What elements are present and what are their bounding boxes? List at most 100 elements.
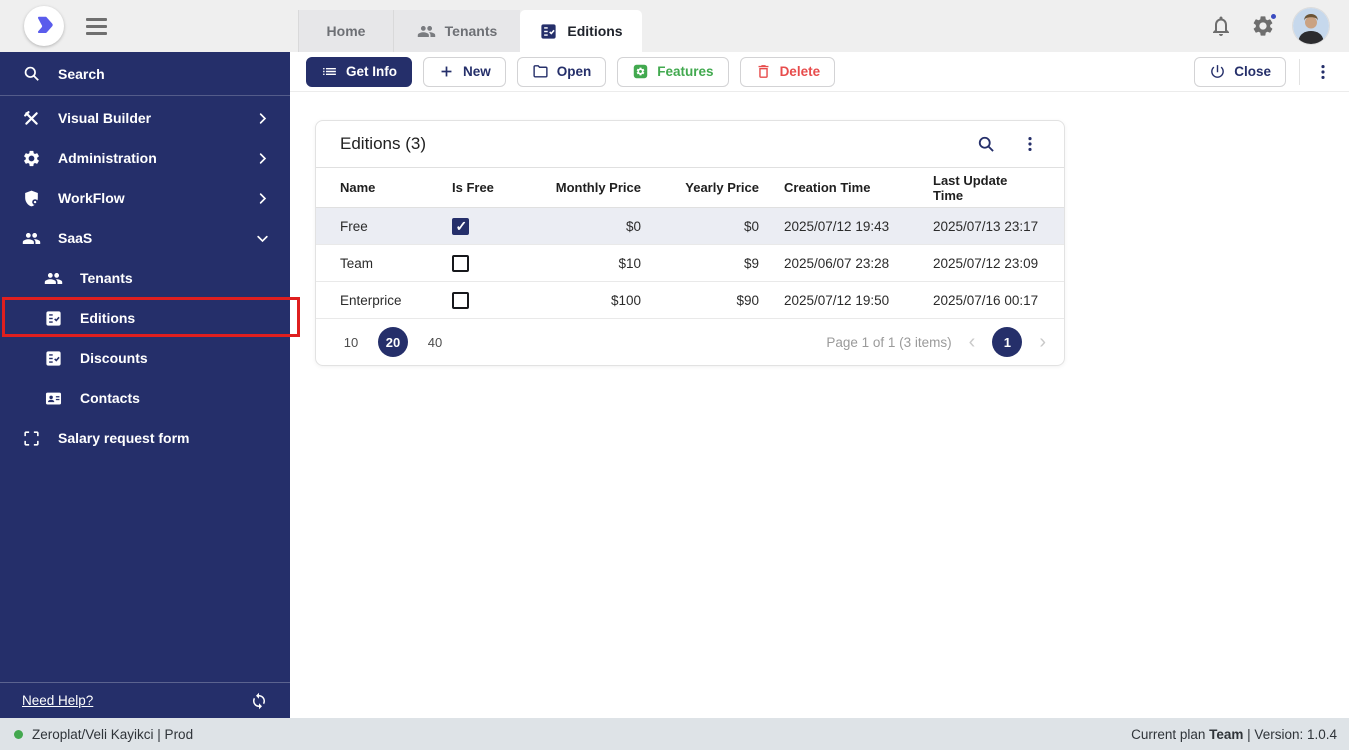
status-right: Current plan Team | Version: 1.0.4 <box>1131 727 1337 742</box>
next-page-icon[interactable]: › <box>1037 332 1048 352</box>
tab-label: Home <box>327 23 366 39</box>
user-avatar[interactable] <box>1293 8 1329 44</box>
sidebar-item-salary-request-form[interactable]: Salary request form <box>0 418 290 458</box>
zeroplat-logo-icon[interactable] <box>24 6 64 46</box>
sidebar-search[interactable]: Search <box>0 52 290 95</box>
plus-icon <box>438 63 455 80</box>
table-row[interactable]: Team $10 $9 2025/06/07 23:28 2025/07/12 … <box>316 245 1064 282</box>
cell-creation-time: 2025/06/07 23:28 <box>759 245 931 282</box>
list-check-icon <box>44 309 63 328</box>
brand-area <box>0 0 290 52</box>
card-header-actions <box>976 134 1040 154</box>
folder-icon <box>532 63 549 80</box>
table-row[interactable]: Enterprice $100 $90 2025/07/12 19:50 202… <box>316 282 1064 319</box>
prev-page-icon[interactable]: ‹ <box>967 332 978 352</box>
power-icon <box>1209 63 1226 80</box>
top-header: Home Tenants Editions <box>0 0 1349 52</box>
toolbar-kebab-menu-icon[interactable] <box>1313 62 1333 82</box>
sidebar-item-tenants[interactable]: Tenants <box>0 258 290 298</box>
tab-tenants[interactable]: Tenants <box>393 10 520 52</box>
sidebar-item-workflow[interactable]: WorkFlow <box>0 178 290 218</box>
sidebar-item-discounts[interactable]: Discounts <box>0 338 290 378</box>
table-row[interactable]: Free $0 $0 2025/07/12 19:43 2025/07/13 2… <box>316 208 1064 245</box>
delete-button[interactable]: Delete <box>740 57 836 87</box>
is-free-checkbox[interactable] <box>452 255 469 272</box>
page-size-selector: 10 20 40 <box>336 327 450 357</box>
sidebar-item-contacts[interactable]: Contacts <box>0 378 290 418</box>
gear-icon <box>22 149 41 168</box>
page-navigation: Page 1 of 1 (3 items) ‹ 1 › <box>826 327 1048 357</box>
card-title: Editions (3) <box>340 134 426 154</box>
column-header-yearly-price[interactable]: Yearly Price <box>641 168 759 208</box>
pagination-bar: 10 20 40 Page 1 of 1 (3 items) ‹ 1 › <box>316 319 1064 365</box>
sidebar-item-saas[interactable]: SaaS <box>0 218 290 258</box>
tab-label: Tenants <box>445 23 498 39</box>
search-icon <box>22 64 41 83</box>
page-size-40[interactable]: 40 <box>420 327 450 357</box>
table-header-row: Name Is Free Monthly Price Yearly Price … <box>316 168 1064 208</box>
status-left: Zeroplat/Veli Kayikci | Prod <box>14 727 193 742</box>
is-free-checkbox[interactable] <box>452 218 469 235</box>
cell-yearly-price: $90 <box>641 282 759 319</box>
frame-corners-icon <box>22 429 41 448</box>
list-icon <box>321 63 338 80</box>
features-button[interactable]: Features <box>617 57 728 87</box>
chevron-down-icon <box>255 231 270 246</box>
cell-last-update-time: 2025/07/12 23:09 <box>931 245 1064 282</box>
sidebar-item-label: Editions <box>80 310 135 326</box>
main-row: Search Visual Builder Administration <box>0 52 1349 718</box>
close-button[interactable]: Close <box>1194 57 1286 87</box>
menu-hamburger-icon[interactable] <box>86 18 107 35</box>
sidebar-footer: Need Help? <box>0 682 290 718</box>
page-1-button[interactable]: 1 <box>992 327 1022 357</box>
sidebar-item-label: Discounts <box>80 350 148 366</box>
chevron-right-icon <box>255 111 270 126</box>
page-info: Page 1 of 1 (3 items) <box>826 335 951 350</box>
sidebar-item-label: Salary request form <box>58 430 190 446</box>
refresh-icon[interactable] <box>250 692 268 710</box>
tab-home[interactable]: Home <box>298 10 393 52</box>
column-header-last-update-time[interactable]: Last Update Time <box>931 168 1064 208</box>
need-help-link[interactable]: Need Help? <box>22 693 93 708</box>
sidebar-item-visual-builder[interactable]: Visual Builder <box>0 98 290 138</box>
new-button[interactable]: New <box>423 57 506 87</box>
notifications-bell-icon[interactable] <box>1209 14 1233 38</box>
page-size-10[interactable]: 10 <box>336 327 366 357</box>
sidebar-item-administration[interactable]: Administration <box>0 138 290 178</box>
cell-monthly-price: $10 <box>536 245 641 282</box>
card-kebab-menu-icon[interactable] <box>1020 134 1040 154</box>
cell-monthly-price: $0 <box>536 208 641 245</box>
settings-gear-icon[interactable] <box>1251 14 1275 38</box>
tab-editions[interactable]: Editions <box>520 10 642 52</box>
cell-yearly-price: $0 <box>641 208 759 245</box>
cell-last-update-time: 2025/07/13 23:17 <box>931 208 1064 245</box>
cell-monthly-price: $100 <box>536 282 641 319</box>
search-icon[interactable] <box>976 134 996 154</box>
toolbar-right: Close <box>1194 57 1333 87</box>
version-label: | Version: 1.0.4 <box>1247 727 1337 742</box>
people-icon <box>22 229 41 248</box>
list-check-icon <box>44 349 63 368</box>
sidebar-item-editions[interactable]: Editions <box>0 298 290 338</box>
sidebar-item-label: Visual Builder <box>58 110 151 126</box>
sidebar-item-label: Search <box>58 66 105 82</box>
get-info-button[interactable]: Get Info <box>306 57 412 87</box>
is-free-checkbox[interactable] <box>452 292 469 309</box>
button-label: Features <box>657 64 713 79</box>
column-header-creation-time[interactable]: Creation Time <box>759 168 931 208</box>
sidebar-divider <box>0 95 290 96</box>
editions-icon <box>539 22 558 41</box>
current-plan-value: Team <box>1209 727 1243 742</box>
app-window: Home Tenants Editions <box>0 0 1349 750</box>
open-button[interactable]: Open <box>517 57 607 87</box>
column-header-name[interactable]: Name <box>316 168 452 208</box>
features-gear-icon <box>632 63 649 80</box>
page-size-20[interactable]: 20 <box>378 327 408 357</box>
column-header-monthly-price[interactable]: Monthly Price <box>536 168 641 208</box>
tenant-user-env-label: Zeroplat/Veli Kayikci | Prod <box>32 727 193 742</box>
cell-name: Team <box>316 245 452 282</box>
button-label: New <box>463 64 491 79</box>
contact-card-icon <box>44 389 63 408</box>
people-icon <box>44 269 63 288</box>
column-header-is-free[interactable]: Is Free <box>452 168 536 208</box>
